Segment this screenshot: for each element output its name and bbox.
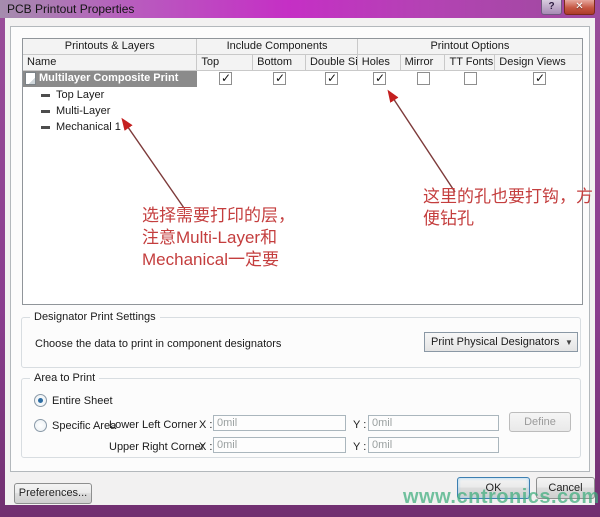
annotation-line: 注意Multi-Layer和 (142, 227, 295, 249)
help-icon: ? (548, 1, 554, 12)
printouts-table: Printouts & Layers Include Components Pr… (22, 38, 583, 305)
checkbox-tt-fonts[interactable] (464, 72, 477, 85)
layer-line-icon (41, 94, 50, 97)
checkbox-holes[interactable] (373, 72, 386, 85)
define-button[interactable]: Define (509, 412, 571, 432)
annotation-line: Mechanical一定要 (142, 249, 295, 271)
column-header-name: Name (23, 55, 196, 70)
printout-document-icon (25, 72, 36, 85)
annotation-line: 这里的孔也要打钩，方 (423, 186, 593, 208)
table-row-layer[interactable]: Top Layer (23, 87, 582, 103)
group-title: Area to Print (30, 372, 99, 384)
checkbox-mirror[interactable] (417, 72, 430, 85)
designator-print-settings-group: Designator Print Settings Choose the dat… (21, 317, 581, 368)
group-header-include-components: Include Components (196, 39, 356, 54)
pcb-printout-properties-dialog: PCB Printout Properties ? ✕ Printouts & … (0, 0, 600, 517)
column-header-mirror: Mirror (400, 55, 445, 70)
close-icon: ✕ (575, 1, 583, 12)
table-column-header-row: Name Top Bottom Double Si... Holes Mirro… (23, 55, 582, 71)
table-row-layer[interactable]: Multi-Layer (23, 103, 582, 119)
checkbox-design-views[interactable] (533, 72, 546, 85)
checkbox-bottom[interactable] (273, 72, 286, 85)
help-button[interactable]: ? (541, 0, 562, 15)
group-header-printout-options: Printout Options (357, 39, 582, 54)
column-header-tt-fonts: TT Fonts (444, 55, 494, 70)
lower-left-y-input[interactable] (368, 415, 499, 431)
designator-dropdown-value: Print Physical Designators (425, 336, 561, 348)
checkbox-double-sided[interactable] (325, 72, 338, 85)
layer-name: Mechanical 1 (56, 121, 121, 133)
entire-sheet-label: Entire Sheet (52, 395, 113, 407)
area-to-print-group: Area to Print Entire Sheet Specific Area… (21, 378, 581, 458)
layer-line-icon (41, 126, 50, 129)
column-header-holes: Holes (357, 55, 400, 70)
group-title: Designator Print Settings (30, 311, 160, 323)
x-label: X : (199, 419, 212, 431)
group-header-printouts-layers: Printouts & Layers (23, 39, 196, 54)
layer-line-icon (41, 110, 50, 113)
table-group-header-row: Printouts & Layers Include Components Pr… (23, 39, 582, 55)
table-row-printout[interactable]: Multilayer Composite Print (23, 71, 582, 87)
designator-dropdown[interactable]: Print Physical Designators ▼ (424, 332, 578, 352)
close-button[interactable]: ✕ (564, 0, 595, 15)
preferences-button[interactable]: Preferences... (14, 483, 92, 504)
printout-name: Multilayer Composite Print (39, 72, 178, 84)
annotation-line: 选择需要打印的层， (142, 205, 295, 227)
upper-right-x-input[interactable] (213, 437, 346, 453)
upper-right-corner-label: Upper Right Corner (109, 441, 204, 453)
layer-name: Multi-Layer (56, 105, 110, 117)
column-header-double-sided: Double Si... (305, 55, 357, 70)
upper-right-y-input[interactable] (368, 437, 499, 453)
radio-specific-area[interactable] (34, 419, 47, 432)
title-bar: PCB Printout Properties (0, 0, 600, 18)
column-header-bottom: Bottom (252, 55, 305, 70)
watermark: www.cntronics.com (403, 486, 600, 509)
annotation-left: 选择需要打印的层， 注意Multi-Layer和 Mechanical一定要 (142, 205, 295, 271)
table-row-layer[interactable]: Mechanical 1 (23, 119, 582, 135)
layer-name: Top Layer (56, 89, 104, 101)
checkbox-top[interactable] (219, 72, 232, 85)
column-header-top: Top (196, 55, 252, 70)
lower-left-corner-label: Lower Left Corner (109, 419, 197, 431)
radio-entire-sheet[interactable] (34, 394, 47, 407)
lower-left-x-input[interactable] (213, 415, 346, 431)
annotation-line: 便钻孔 (423, 208, 593, 230)
designator-choose-label: Choose the data to print in component de… (35, 338, 281, 350)
y-label: Y : (353, 419, 366, 431)
chevron-down-icon: ▼ (561, 338, 577, 347)
column-header-design-views: Design Views (494, 55, 582, 70)
specific-area-label: Specific Area (52, 420, 116, 432)
y-label: Y : (353, 441, 366, 453)
window-title: PCB Printout Properties (7, 2, 134, 16)
annotation-right: 这里的孔也要打钩，方 便钻孔 (423, 186, 593, 230)
x-label: X : (199, 441, 212, 453)
